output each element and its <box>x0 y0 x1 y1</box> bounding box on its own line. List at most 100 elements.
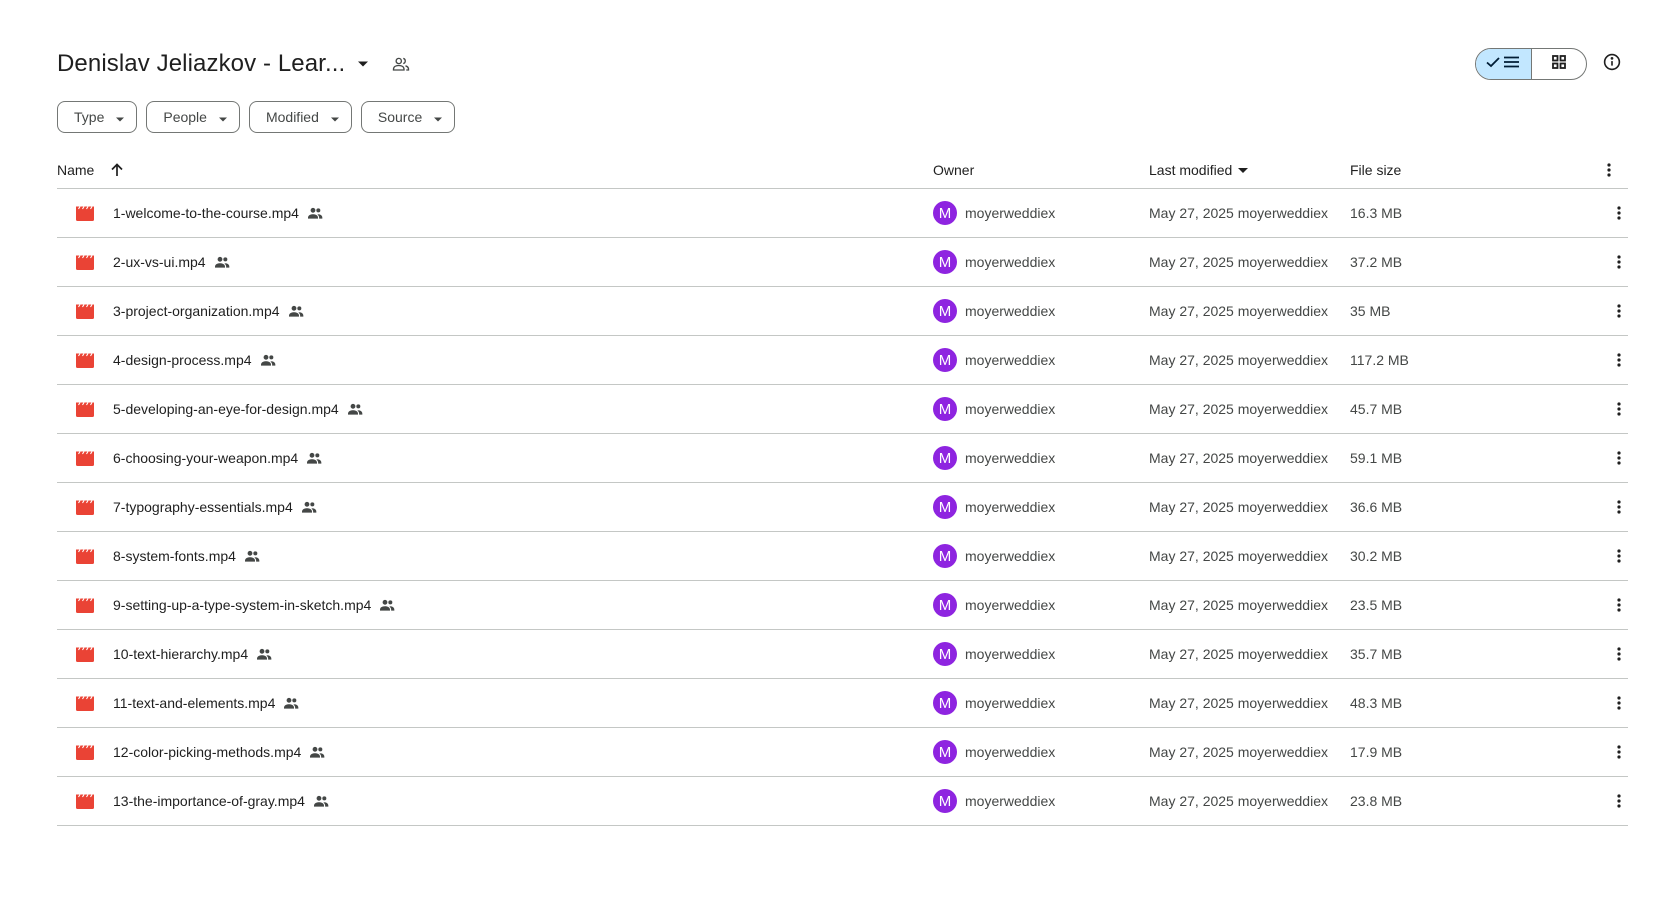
file-name: 1-welcome-to-the-course.mp4 <box>113 205 299 221</box>
people-icon <box>379 599 395 611</box>
avatar: M <box>933 250 957 274</box>
column-name[interactable]: Name <box>57 162 124 178</box>
file-name: 8-system-fonts.mp4 <box>113 548 236 564</box>
more-vert-icon[interactable] <box>1607 348 1631 372</box>
info-icon <box>1603 53 1621 76</box>
more-vert-icon[interactable] <box>1607 642 1631 666</box>
table-row[interactable]: 6-choosing-your-weapon.mp4 Mmoyerweddiex M… <box>57 434 1628 483</box>
row-actions <box>1607 593 1631 617</box>
page-header: Denislav Jeliazkov - Lear... <box>57 44 417 84</box>
modified-cell: May 27, 2025 moyerweddiex <box>1149 646 1328 662</box>
people-icon <box>260 354 276 366</box>
row-actions <box>1607 789 1631 813</box>
table-row[interactable]: 8-system-fonts.mp4 Mmoyerweddiex May 27, 2… <box>57 532 1628 581</box>
table-row[interactable]: 4-design-process.mp4 Mmoyerweddiex May 27,… <box>57 336 1628 385</box>
people-outline-icon[interactable] <box>385 48 417 80</box>
caret-down-icon <box>434 109 443 125</box>
column-label: Owner <box>933 162 975 178</box>
column-owner[interactable]: Owner <box>933 162 974 178</box>
owner-name: moyerweddiex <box>965 548 1056 564</box>
people-icon <box>256 648 272 660</box>
list-view-button[interactable] <box>1476 49 1532 79</box>
caret-down-icon <box>330 109 339 125</box>
table-row[interactable]: 10-text-hierarchy.mp4 Mmoyerweddiex May 27… <box>57 630 1628 679</box>
more-vert-icon[interactable] <box>1607 446 1631 470</box>
modified-cell: May 27, 2025 moyerweddiex <box>1149 548 1328 564</box>
more-vert-icon[interactable] <box>1607 593 1631 617</box>
table-row[interactable]: 1-welcome-to-the-course.mp4 Mmoyerweddiex… <box>57 189 1628 238</box>
chip-label: Type <box>74 109 105 125</box>
owner-cell: Mmoyerweddiex <box>933 250 1055 274</box>
row-actions <box>1607 495 1631 519</box>
modified-text: May 27, 2025 moyerweddiex <box>1149 499 1328 515</box>
more-vert-icon[interactable] <box>1607 163 1611 177</box>
file-name-cell: 12-color-picking-methods.mp4 <box>76 744 325 760</box>
file-name-cell: 4-design-process.mp4 <box>76 352 276 368</box>
file-size: 30.2 MB <box>1350 548 1403 564</box>
more-vert-icon[interactable] <box>1607 740 1631 764</box>
table-row[interactable]: 2-ux-vs-ui.mp4 Mmoyerweddiex May 27, 2025 … <box>57 238 1628 287</box>
file-name: 2-ux-vs-ui.mp4 <box>113 254 206 270</box>
column-label: Last modified <box>1149 162 1233 178</box>
row-actions <box>1607 691 1631 715</box>
file-name-cell: 7-typography-essentials.mp4 <box>76 499 317 515</box>
modified-cell: May 27, 2025 moyerweddiex <box>1149 499 1328 515</box>
table-row[interactable]: 12-color-picking-methods.mp4 Mmoyerweddie… <box>57 728 1628 777</box>
table-row[interactable]: 13-the-importance-of-gray.mp4 Mmoyerweddi… <box>57 777 1628 826</box>
modified-text: May 27, 2025 moyerweddiex <box>1149 254 1328 270</box>
file-size: 35.7 MB <box>1350 646 1403 662</box>
more-vert-icon[interactable] <box>1607 495 1631 519</box>
owner-cell: Mmoyerweddiex <box>933 544 1055 568</box>
more-vert-icon[interactable] <box>1607 250 1631 274</box>
owner-name: moyerweddiex <box>965 254 1056 270</box>
arrow-up-icon[interactable] <box>110 163 124 177</box>
video-file-icon <box>76 254 94 270</box>
more-vert-icon[interactable] <box>1607 397 1631 421</box>
people-icon <box>214 256 230 268</box>
people-icon <box>244 550 260 562</box>
more-vert-icon[interactable] <box>1607 789 1631 813</box>
owner-cell: Mmoyerweddiex <box>933 397 1055 421</box>
column-last-modified[interactable]: Last modified <box>1149 162 1249 178</box>
more-vert-icon[interactable] <box>1607 544 1631 568</box>
filter-source[interactable]: Source <box>360 101 456 133</box>
owner-name: moyerweddiex <box>965 646 1056 662</box>
table-row[interactable]: 3-project-organization.mp4 Mmoyerweddiex M… <box>57 287 1628 336</box>
file-size: 117.2 MB <box>1350 352 1409 368</box>
file-name-cell: 1-welcome-to-the-course.mp4 <box>76 205 323 221</box>
more-vert-icon[interactable] <box>1607 299 1631 323</box>
table-row[interactable]: 5-developing-an-eye-for-design.mp4 Mmoyer… <box>57 385 1628 434</box>
table-row[interactable]: 11-text-and-elements.mp4 Mmoyerweddiex May… <box>57 679 1628 728</box>
modified-cell: May 27, 2025 moyerweddiex <box>1149 352 1328 368</box>
modified-text: May 27, 2025 moyerweddiex <box>1149 597 1328 613</box>
filter-chips: Type People Modified Source <box>57 101 456 133</box>
modified-text: May 27, 2025 moyerweddiex <box>1149 548 1328 564</box>
avatar: M <box>933 740 957 764</box>
file-name-cell: 2-ux-vs-ui.mp4 <box>76 254 230 270</box>
avatar: M <box>933 593 957 617</box>
avatar: M <box>933 446 957 470</box>
file-size: 48.3 MB <box>1350 695 1403 711</box>
chip-label: Modified <box>265 109 319 125</box>
grid-view-button[interactable] <box>1532 49 1587 79</box>
file-name-cell: 6-choosing-your-weapon.mp4 <box>76 450 322 466</box>
more-vert-icon[interactable] <box>1607 691 1631 715</box>
table-row[interactable]: 9-setting-up-a-type-system-in-sketch.mp4… <box>57 581 1628 630</box>
people-icon <box>301 501 317 513</box>
column-file-size[interactable]: File size <box>1350 162 1401 178</box>
filter-people[interactable]: People <box>146 101 240 133</box>
row-actions <box>1607 250 1631 274</box>
table-row[interactable]: 7-typography-essentials.mp4 Mmoyerweddiex… <box>57 483 1628 532</box>
file-name: 6-choosing-your-weapon.mp4 <box>113 450 299 466</box>
filter-modified[interactable]: Modified <box>248 101 352 133</box>
more-vert-icon[interactable] <box>1607 201 1631 225</box>
caret-down-icon[interactable] <box>349 50 377 78</box>
info-button[interactable] <box>1596 48 1628 80</box>
file-list: Name Owner Last modified File size 1-wel… <box>57 152 1628 875</box>
file-size: 23.5 MB <box>1350 597 1403 613</box>
filter-type[interactable]: Type <box>57 101 138 133</box>
file-name-cell: 10-text-hierarchy.mp4 <box>76 646 272 662</box>
people-icon <box>306 452 322 464</box>
video-file-icon <box>76 646 94 662</box>
owner-cell: Mmoyerweddiex <box>933 201 1055 225</box>
